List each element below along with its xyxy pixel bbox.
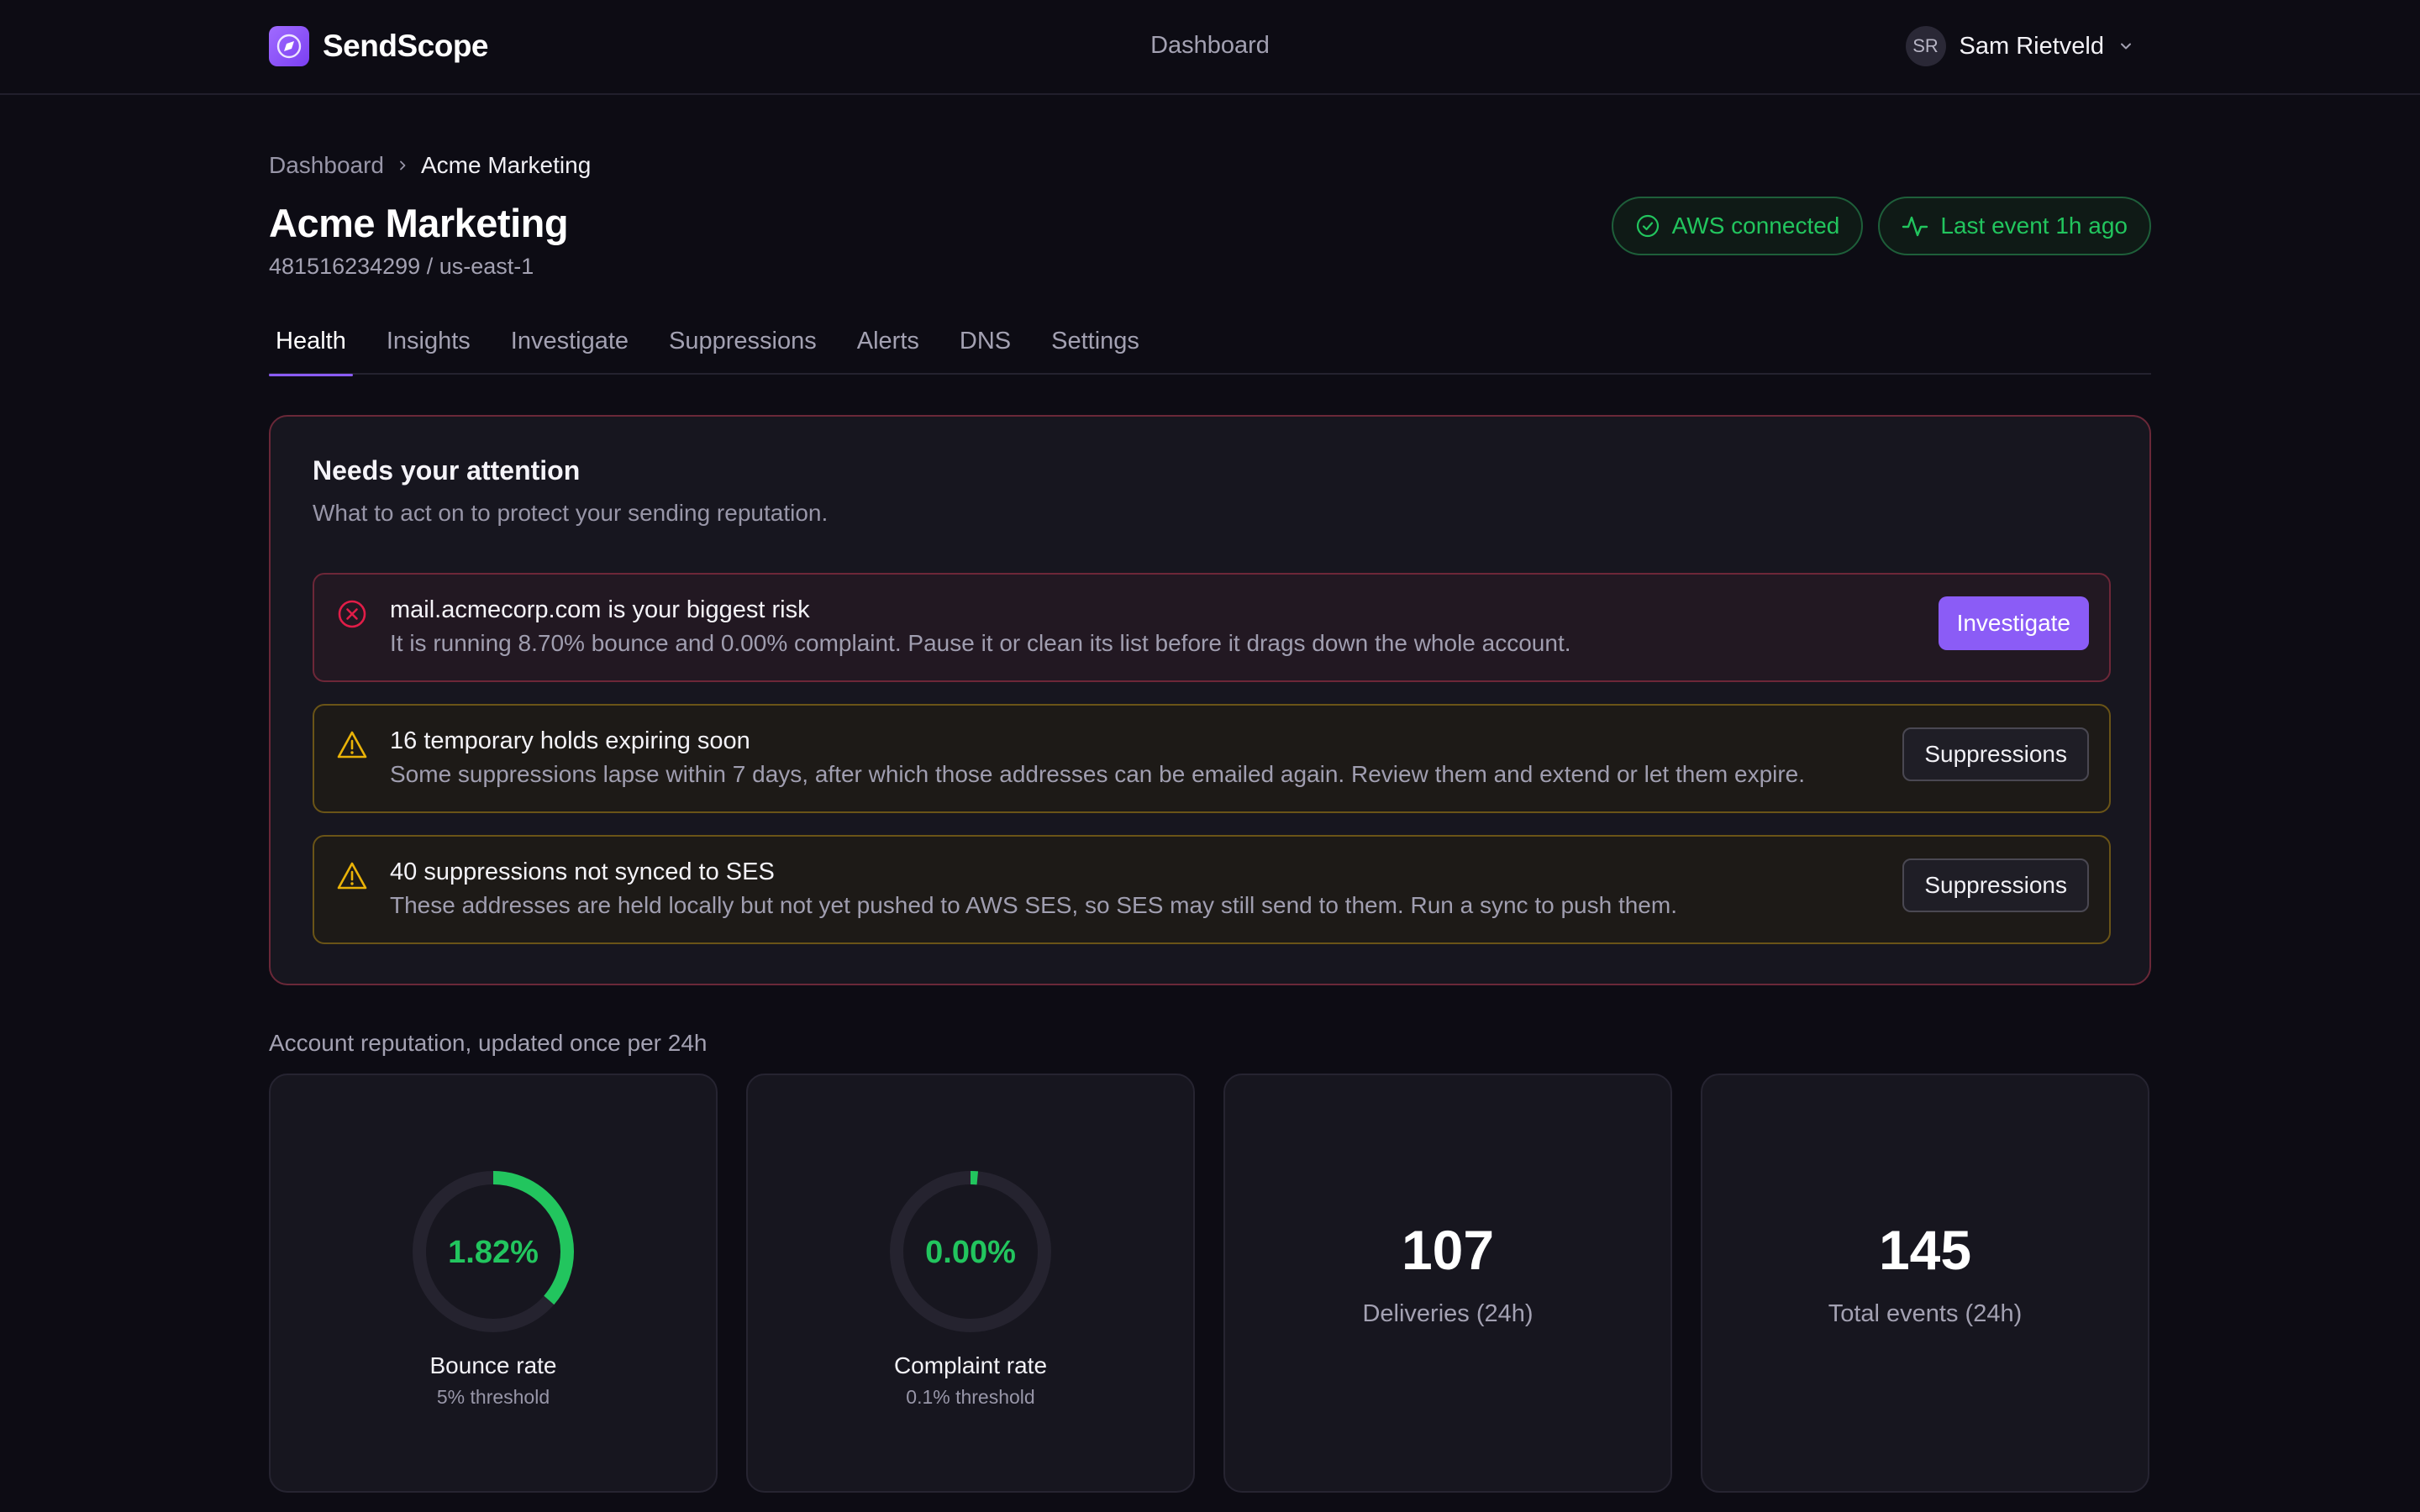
tab-suppressions[interactable]: Suppressions	[662, 323, 823, 375]
reputation-stats: 1.82% Bounce rate 5% threshold 0.00% Com…	[269, 1074, 2151, 1493]
chevron-down-icon	[2118, 38, 2134, 55]
deliveries-card: 107 Deliveries (24h)	[1223, 1074, 1672, 1493]
nav-dashboard-link[interactable]: Dashboard	[1150, 32, 1270, 59]
avatar: SR	[1905, 26, 1946, 66]
top-bar: SendScope Dashboard SR Sam Rietveld	[0, 0, 2420, 95]
aws-connected-badge: AWS connected	[1611, 197, 1864, 255]
tab-alerts[interactable]: Alerts	[850, 323, 926, 375]
user-menu[interactable]: SR Sam Rietveld	[1905, 26, 2134, 66]
tab-dns[interactable]: DNS	[953, 323, 1018, 375]
alert-title: mail.acmecorp.com is your biggest risk	[390, 596, 810, 623]
chevron-right-icon	[396, 159, 409, 172]
bounce-rate-value: 1.82%	[448, 1235, 539, 1270]
bounce-rate-label: Bounce rate	[429, 1352, 557, 1378]
total-events-card: 145 Total events (24h)	[1701, 1074, 2149, 1493]
complaint-rate-card: 0.00% Complaint rate 0.1% threshold	[746, 1074, 1195, 1493]
bounce-rate-card: 1.82% Bounce rate 5% threshold	[269, 1074, 718, 1493]
warning-triangle-icon	[336, 860, 368, 892]
alert-title: 40 suppressions not synced to SES	[390, 858, 775, 885]
deliveries-value: 107	[1401, 1219, 1495, 1281]
warning-triangle-icon	[336, 729, 368, 761]
alert-description: These addresses are held locally but not…	[390, 892, 1677, 918]
alert-description: It is running 8.70% bounce and 0.00% com…	[390, 630, 1571, 656]
attention-card: Needs your attention What to act on to p…	[269, 415, 2151, 985]
x-circle-icon	[336, 598, 368, 630]
user-name: Sam Rietveld	[1959, 32, 2104, 60]
alert-temporary-holds: 16 temporary holds expiring soon Some su…	[313, 704, 2111, 813]
suppressions-button[interactable]: Suppressions	[1902, 858, 2089, 912]
attention-subtitle: What to act on to protect your sending r…	[313, 500, 829, 526]
total-events-label: Total events (24h)	[1828, 1300, 2023, 1327]
tab-investigate[interactable]: Investigate	[504, 323, 635, 375]
breadcrumb-current: Acme Marketing	[420, 152, 592, 178]
complaint-rate-value: 0.00%	[925, 1235, 1016, 1270]
last-event-label: Last event 1h ago	[1940, 213, 2128, 239]
section-tabs: Health Insights Investigate Suppressions…	[269, 323, 2151, 376]
aws-status-label: AWS connected	[1671, 213, 1840, 239]
reputation-label: Account reputation, updated once per 24h	[269, 1030, 708, 1056]
total-events-value: 145	[1878, 1219, 1972, 1281]
suppressions-button[interactable]: Suppressions	[1902, 727, 2089, 781]
breadcrumb-root[interactable]: Dashboard	[269, 152, 384, 179]
complaint-rate-threshold: 0.1% threshold	[906, 1386, 1035, 1408]
attention-title: Needs your attention	[313, 455, 581, 486]
alert-biggest-risk: mail.acmecorp.com is your biggest risk I…	[313, 573, 2111, 682]
tab-health[interactable]: Health	[269, 323, 353, 376]
last-event-badge: Last event 1h ago	[1878, 197, 2151, 255]
bounce-rate-threshold: 5% threshold	[436, 1386, 550, 1408]
alert-description: Some suppressions lapse within 7 days, a…	[390, 761, 1806, 787]
page-title: Acme Marketing	[269, 201, 569, 245]
check-circle-icon	[1635, 213, 1660, 239]
alert-not-synced: 40 suppressions not synced to SES These …	[313, 835, 2111, 944]
alert-title: 16 temporary holds expiring soon	[390, 727, 750, 754]
tab-settings[interactable]: Settings	[1044, 323, 1146, 375]
activity-icon	[1902, 213, 1928, 239]
tab-insights[interactable]: Insights	[380, 323, 477, 375]
complaint-rate-label: Complaint rate	[893, 1352, 1048, 1378]
status-pills: AWS connected Last event 1h ago	[1611, 197, 2151, 255]
investigate-button[interactable]: Investigate	[1938, 596, 2089, 650]
deliveries-label: Deliveries (24h)	[1362, 1300, 1534, 1327]
account-subtitle: 481516234299 / us-east-1	[269, 254, 534, 279]
breadcrumb: Dashboard Acme Marketing	[269, 152, 2151, 179]
